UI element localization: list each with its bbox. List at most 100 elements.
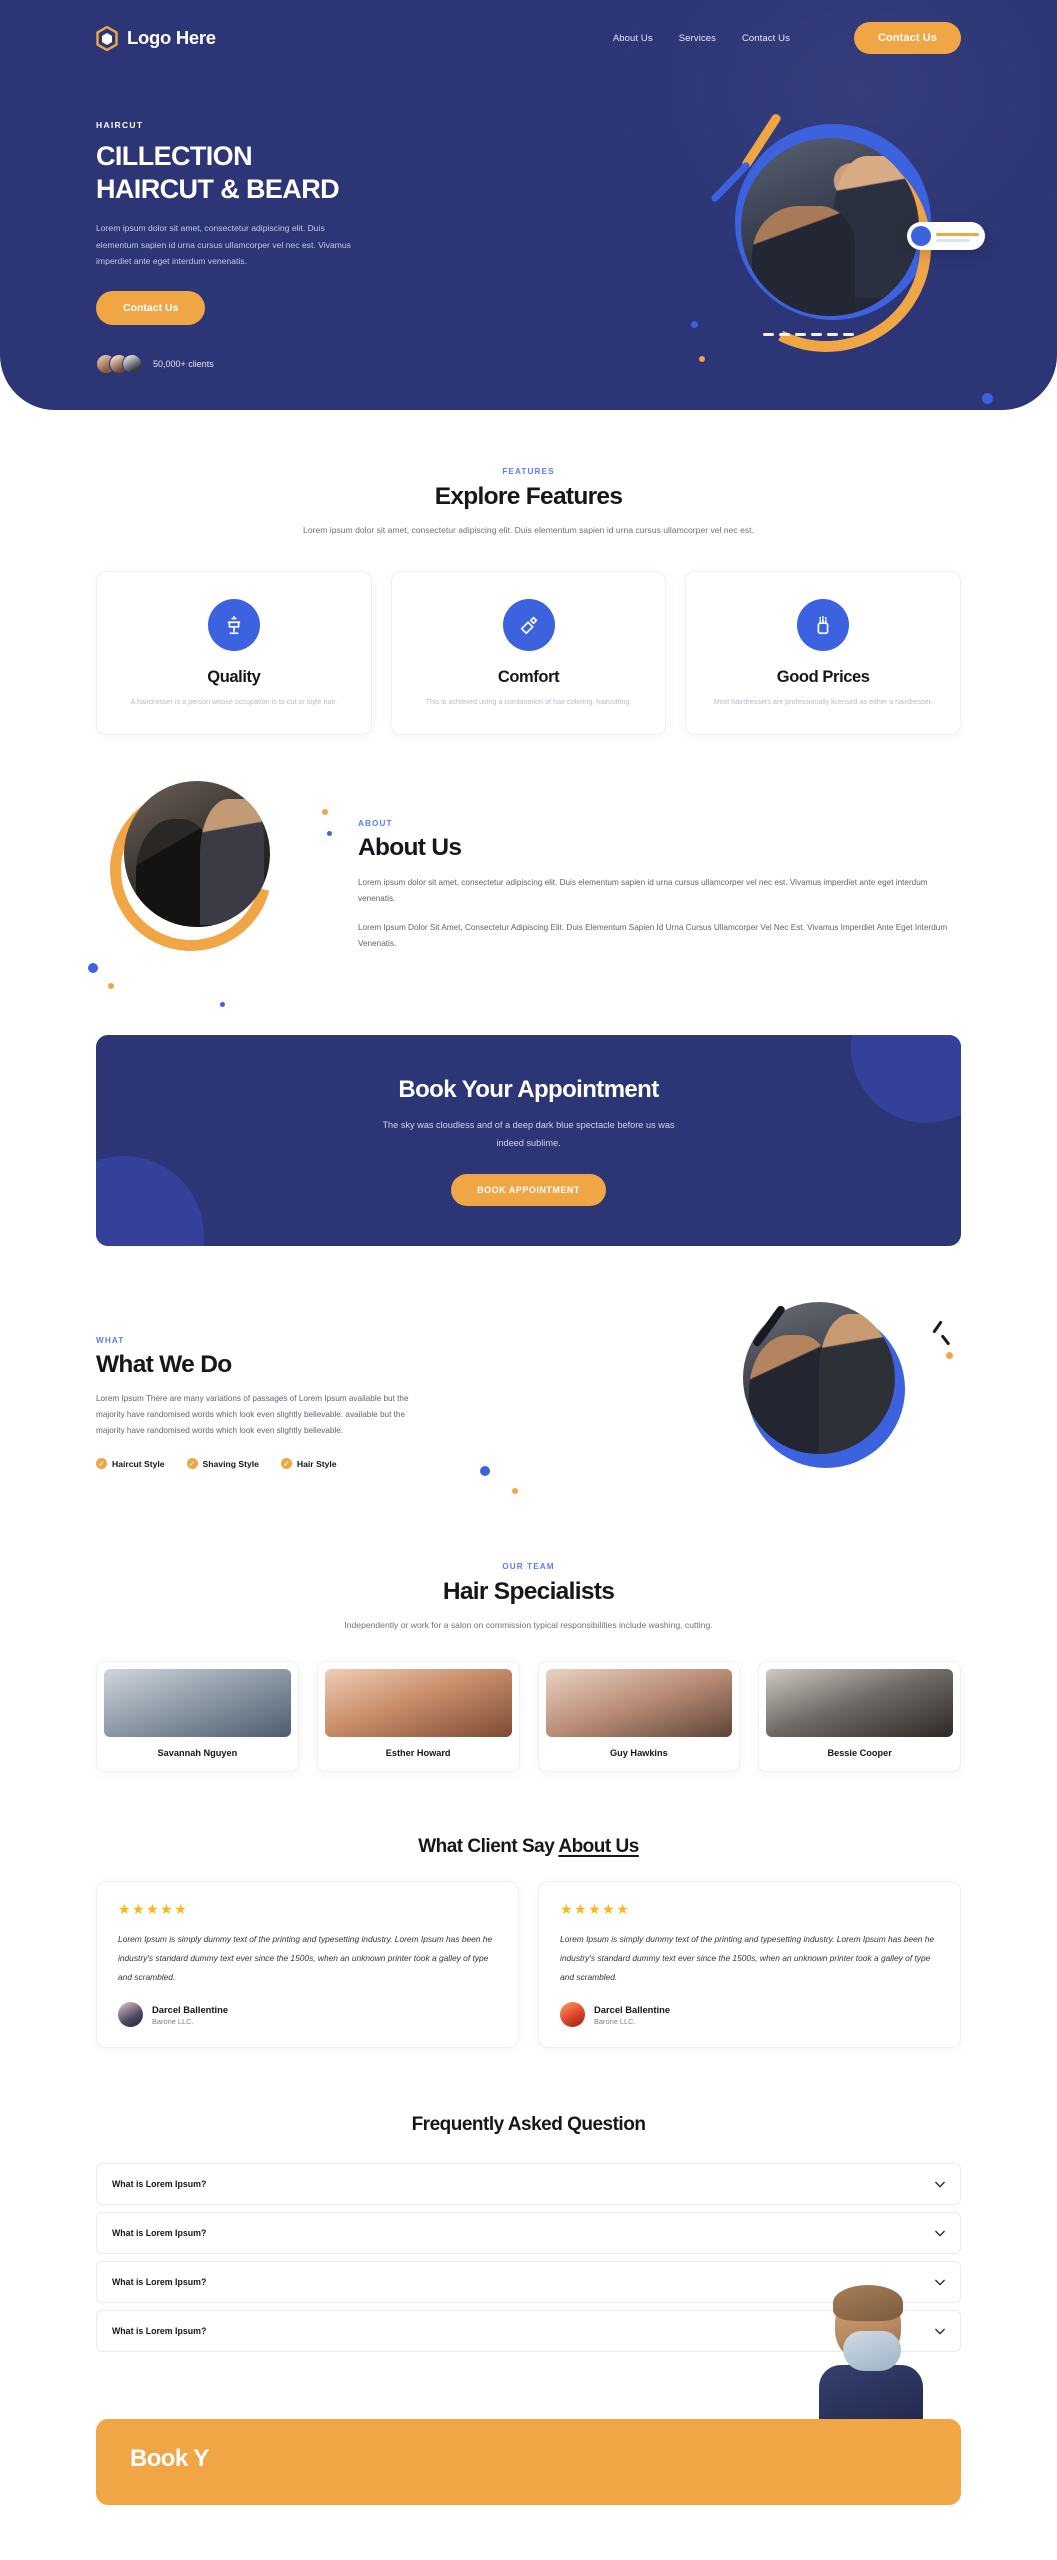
team-member-photo xyxy=(766,1669,953,1738)
hero-paragraph: Lorem ipsum dolor sit amet, consectetur … xyxy=(96,222,351,267)
testimonial-author-org: Barone LLC. xyxy=(594,2016,636,2026)
about-copy: ABOUT About Us Lorem ipsum dolor sit ame… xyxy=(352,819,961,952)
about-paragraph-1: Lorem ipsum dolor sit amet, consectetur … xyxy=(358,878,928,903)
about-illustration xyxy=(80,759,332,1008)
tag-label: Haircut Style xyxy=(112,1458,165,1469)
faq-item[interactable]: What is Lorem Ipsum? xyxy=(96,2212,961,2255)
person-hair xyxy=(833,2285,903,2322)
chevron-down-icon[interactable] xyxy=(935,2322,945,2340)
feature-desc: This is achieved using a combination of … xyxy=(425,696,632,706)
hero-illustration xyxy=(691,112,993,410)
feature-card-comfort[interactable]: Comfort This is achieved using a combina… xyxy=(390,570,667,736)
feature-title: Comfort xyxy=(497,667,560,686)
faq-question: What is Lorem Ipsum? xyxy=(112,2228,207,2239)
what-we-do-paragraph: Lorem Ipsum There are many variations of… xyxy=(96,1393,409,1435)
testimonial-quote: Lorem Ipsum is simply dummy text of the … xyxy=(560,1934,935,1983)
nav-contact-us-button[interactable]: Contact Us xyxy=(853,22,961,54)
hero-contact-us-button[interactable]: Contact Us xyxy=(96,291,206,326)
testimonials-grid: ★★★★★ Lorem Ipsum is simply dummy text o… xyxy=(96,1881,961,2049)
avatar xyxy=(560,2002,585,2028)
feature-title: Quality xyxy=(207,667,261,686)
hero-title-line-2: HAIRCUT & BEARD xyxy=(96,173,340,204)
hero-section: Logo Here About Us Services Contact Us C… xyxy=(0,0,1057,410)
testimonial-author-name: Darcel Ballentine xyxy=(152,2003,229,2015)
feature-card-good-prices[interactable]: Good Prices Most hairdressers are profes… xyxy=(685,570,962,736)
what-we-do-title: What We Do xyxy=(96,1350,232,1378)
features-eyebrow: FEATURES xyxy=(502,467,555,476)
team-title: Hair Specialists xyxy=(442,1577,615,1605)
decor-dot-orange xyxy=(322,809,328,816)
avatar xyxy=(122,354,142,375)
nav-link-services[interactable]: Services xyxy=(679,33,716,44)
feature-title: Good Prices xyxy=(776,667,870,686)
feature-desc: A hairdresser is a person whose occupati… xyxy=(130,696,338,706)
features-section: FEATURES Explore Features Lorem ipsum do… xyxy=(0,410,1057,736)
nav-link-contact-us[interactable]: Contact Us xyxy=(742,33,790,44)
feature-cards: Quality A hairdresser is a person whose … xyxy=(96,570,962,736)
team-lede: Independently or work for a salon on com… xyxy=(344,1619,713,1630)
clipper-icon xyxy=(797,598,850,651)
feature-desc: Most hairdressers are professionally lic… xyxy=(713,696,933,706)
check-circle-icon: ✓ xyxy=(96,1458,107,1470)
hero-floating-card xyxy=(907,222,985,250)
clients-row: 50,000+ clients xyxy=(96,354,406,375)
book-appointment-button[interactable]: BOOK APPOINTMENT xyxy=(451,1173,606,1206)
decor-tick xyxy=(932,1319,943,1334)
rating-stars: ★★★★★ xyxy=(118,1901,189,1918)
team-card[interactable]: Bessie Cooper xyxy=(758,1661,961,1773)
about-photo xyxy=(124,781,270,928)
hero-title: CILLECTION HAIRCUT & BEARD xyxy=(96,140,406,206)
chevron-down-icon[interactable] xyxy=(935,2224,945,2242)
what-we-do-tags: ✓ Haircut Style ✓ Shaving Style ✓ Hair S… xyxy=(96,1458,416,1470)
chevron-down-icon[interactable] xyxy=(935,2175,945,2193)
tag-shaving-style: ✓ Shaving Style xyxy=(186,1458,259,1470)
decor-dot-blue xyxy=(327,831,332,837)
faq-title: Frequently Asked Question xyxy=(411,2114,646,2136)
decor-dot-orange xyxy=(512,1487,518,1494)
brand-name: Logo Here xyxy=(127,27,216,48)
testimonial-author-name: Darcel Ballentine xyxy=(594,2003,671,2015)
nav-link-about-us[interactable]: About Us xyxy=(613,33,653,44)
clients-count-label: 50,000+ clients xyxy=(153,359,214,370)
nav-links: About Us Services Contact Us Contact Us xyxy=(613,22,961,54)
decor-dot-orange xyxy=(699,356,705,362)
hero-barber-photo xyxy=(741,138,919,316)
hero-body: HAIRCUT CILLECTION HAIRCUT & BEARD Lorem… xyxy=(0,54,1057,404)
main-navigation: Logo Here About Us Services Contact Us C… xyxy=(0,0,1057,54)
hero-copy: HAIRCUT CILLECTION HAIRCUT & BEARD Lorem… xyxy=(96,102,406,375)
footer-cta-section: Book Y xyxy=(0,2285,1057,2506)
testimonial-author: Darcel Ballentine Barone LLC. xyxy=(118,2002,497,2028)
book-appointment-banner: Book Your Appointment The sky was cloudl… xyxy=(96,1035,961,1246)
check-circle-icon: ✓ xyxy=(186,1458,198,1470)
avatar xyxy=(118,2002,143,2028)
feature-card-quality[interactable]: Quality A hairdresser is a person whose … xyxy=(96,570,372,736)
what-we-do-eyebrow: WHAT xyxy=(96,1335,125,1345)
team-card[interactable]: Esther Howard xyxy=(316,1661,520,1773)
about-paragraph-2: Lorem Ipsum Dolor Sit Amet, Consectetur … xyxy=(358,922,948,948)
team-member-name: Guy Hawkins xyxy=(610,1748,668,1759)
decor-dot-blue xyxy=(480,1465,490,1476)
testimonials-title-underline: About Us xyxy=(558,1836,639,1858)
decor-dot-blue xyxy=(691,321,698,328)
decor-dot-blue xyxy=(982,393,993,404)
team-card[interactable]: Guy Hawkins xyxy=(537,1661,741,1773)
brand-logo[interactable]: Logo Here xyxy=(96,25,216,51)
hero-card-avatar-icon xyxy=(911,226,931,246)
testimonial-author-org: Barone LLC. xyxy=(152,2016,194,2026)
testimonial-author: Darcel Ballentine Barone LLC. xyxy=(560,2002,939,2028)
team-section: OUR TEAM Hair Specialists Independently … xyxy=(0,1498,1057,1773)
tag-label: Shaving Style xyxy=(202,1458,259,1469)
team-card[interactable]: Savannah Nguyen xyxy=(96,1661,299,1773)
testimonial-card: ★★★★★ Lorem Ipsum is simply dummy text o… xyxy=(538,1881,961,2049)
book-appointment-section: Book Your Appointment The sky was cloudl… xyxy=(0,975,1057,1246)
check-circle-icon: ✓ xyxy=(280,1458,292,1470)
team-member-photo xyxy=(324,1669,512,1738)
tag-hair-style: ✓ Hair Style xyxy=(280,1458,337,1470)
testimonials-section: What Client Say About Us ★★★★★ Lorem Ips… xyxy=(0,1772,1057,2049)
razor-icon xyxy=(502,598,555,651)
decor-blob xyxy=(96,1155,204,1246)
faq-item[interactable]: What is Lorem Ipsum? xyxy=(96,2163,961,2206)
decor-tick xyxy=(940,1333,951,1346)
hero-title-line-1: CILLECTION xyxy=(96,141,253,171)
chevron-down-icon[interactable] xyxy=(935,2273,945,2291)
